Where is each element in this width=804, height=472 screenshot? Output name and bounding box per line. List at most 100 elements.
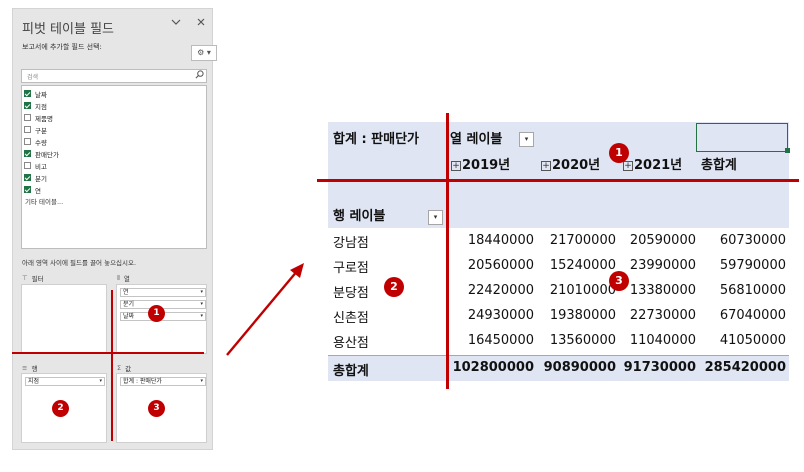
cell-value: 23990000 (629, 258, 696, 273)
checkbox[interactable] (24, 102, 31, 109)
chevron-down-icon[interactable]: ▾ (200, 313, 203, 320)
sigma-icon: Σ (117, 364, 122, 372)
value-field-label: 합계 : 판매단가 (333, 132, 420, 147)
row-field-pill[interactable]: 지점 ▾ (25, 377, 105, 386)
cell-value: 18440000 (467, 233, 534, 248)
marker-2: 2 (384, 277, 404, 297)
year-header[interactable]: +2021년 (623, 154, 682, 173)
expand-icon[interactable]: + (541, 161, 551, 171)
row-label: 신촌점 (333, 311, 369, 326)
selected-cell[interactable] (696, 123, 788, 152)
search-input[interactable]: 검색 (21, 69, 207, 83)
filter-area-label: ⊤ 필터 (22, 274, 44, 283)
grand-total-value: 285420000 (704, 360, 786, 375)
chevron-down-icon[interactable]: ▾ (200, 301, 203, 308)
checkbox[interactable] (24, 126, 31, 133)
chevron-down-icon[interactable]: ▾ (200, 378, 203, 385)
marker-3: 3 (609, 271, 629, 291)
chevron-down-icon[interactable]: ▾ (200, 289, 203, 296)
checkbox[interactable] (24, 114, 31, 121)
search-placeholder: 검색 (27, 74, 39, 81)
checkbox[interactable] (24, 186, 31, 193)
cell-value: 22730000 (629, 308, 696, 323)
cell-value: 19380000 (549, 308, 616, 323)
field-item-year[interactable]: 연 (24, 184, 41, 195)
cell-value: 59790000 (719, 258, 786, 273)
columns-area-label: ⦀ 열 (117, 273, 130, 284)
expand-icon[interactable]: + (451, 161, 461, 171)
search-icon (195, 70, 204, 83)
row-label: 분당점 (333, 286, 369, 301)
checkbox[interactable] (24, 162, 31, 169)
checkbox[interactable] (24, 138, 31, 145)
pivot-table: 합계 : 판매단가 열 레이블 ▾ +2019년 +2020년 +2021년 총… (328, 122, 790, 382)
cell-value: 60730000 (719, 233, 786, 248)
panel-horizontal-guide (12, 352, 204, 354)
grand-total-col-header: 총합계 (701, 158, 737, 173)
rows-icon: ≡ (22, 364, 28, 372)
row-labels-caption: 행 레이블 (333, 209, 386, 224)
checkbox[interactable] (24, 150, 31, 157)
field-item-product[interactable]: 제품명 (24, 112, 53, 123)
field-item-date[interactable]: 날짜 (24, 88, 47, 99)
marker-1: 1 (609, 143, 629, 163)
pivot-horizontal-guide (317, 179, 799, 182)
field-list: 날짜 지점 제품명 구분 수량 판매단가 비고 분기 연 기타 테이블... (21, 85, 207, 249)
field-item-category[interactable]: 구분 (24, 124, 47, 135)
field-item-note[interactable]: 비고 (24, 160, 47, 171)
expand-icon[interactable]: + (623, 161, 633, 171)
fill-handle[interactable] (785, 148, 790, 153)
field-item-branch[interactable]: 지점 (24, 100, 47, 111)
drag-instruction: 아래 영역 사이에 필드를 끌어 놓으십시오. (22, 259, 137, 267)
arrow-icon (226, 263, 304, 356)
panel-vertical-guide (111, 290, 113, 441)
cell-value: 16450000 (467, 333, 534, 348)
row-label: 용산점 (333, 336, 369, 351)
column-labels-caption: 열 레이블 (450, 132, 503, 147)
cell-value: 15240000 (549, 258, 616, 273)
cell-value: 67040000 (719, 308, 786, 323)
gear-icon[interactable]: ⚙ ▾ (191, 45, 217, 61)
cell-value: 13380000 (629, 283, 696, 298)
filter-area[interactable] (21, 284, 107, 354)
close-icon[interactable] (196, 17, 206, 31)
cell-value: 22420000 (467, 283, 534, 298)
checkbox[interactable] (24, 90, 31, 97)
cell-value: 20590000 (629, 233, 696, 248)
column-field-pill[interactable]: 연 ▾ (120, 288, 206, 297)
grand-total-value: 91730000 (623, 360, 696, 375)
cell-value: 24930000 (467, 308, 534, 323)
pivot-vertical-guide (446, 113, 449, 389)
year-header[interactable]: +2020년 (541, 154, 600, 173)
chevron-down-icon[interactable]: ▾ (99, 378, 102, 385)
more-tables-link[interactable]: 기타 테이블... (25, 196, 63, 206)
field-item-quarter[interactable]: 분기 (24, 172, 47, 183)
rows-area-label: ≡ 행 (22, 364, 38, 373)
marker-3: 3 (148, 400, 165, 417)
marker-2: 2 (52, 400, 69, 417)
grand-total-row: 총합계 102800000 90890000 91730000 28542000… (328, 355, 789, 381)
cell-value: 21010000 (549, 283, 616, 298)
field-item-unit-price[interactable]: 판매단가 (24, 148, 59, 159)
cell-value: 56810000 (719, 283, 786, 298)
filter-icon: ⊤ (22, 274, 28, 282)
checkbox[interactable] (24, 174, 31, 181)
panel-title: 피벗 테이블 필드 (22, 22, 114, 37)
cell-value: 21700000 (549, 233, 616, 248)
field-item-quantity[interactable]: 수량 (24, 136, 47, 147)
columns-icon: ⦀ (117, 273, 120, 282)
choose-fields-label: 보고서에 추가할 필드 선택: (22, 43, 102, 51)
marker-1: 1 (148, 305, 165, 322)
row-label: 강남점 (333, 236, 369, 251)
values-area-label: Σ값 (117, 364, 132, 373)
cell-value: 41050000 (719, 333, 786, 348)
row-filter-dropdown[interactable]: ▾ (428, 210, 443, 225)
chevron-down-icon[interactable] (171, 17, 181, 31)
column-filter-dropdown[interactable]: ▾ (519, 132, 534, 147)
value-field-pill[interactable]: 합계 : 판매단가 ▾ (120, 377, 206, 386)
year-header[interactable]: +2019년 (451, 154, 510, 173)
cell-value: 20560000 (467, 258, 534, 273)
cell-value: 13560000 (549, 333, 616, 348)
grand-total-value: 90890000 (543, 360, 616, 375)
screenshot-root: 피벗 테이블 필드 보고서에 추가할 필드 선택: ⚙ ▾ 검색 날짜 지점 제… (0, 0, 804, 472)
